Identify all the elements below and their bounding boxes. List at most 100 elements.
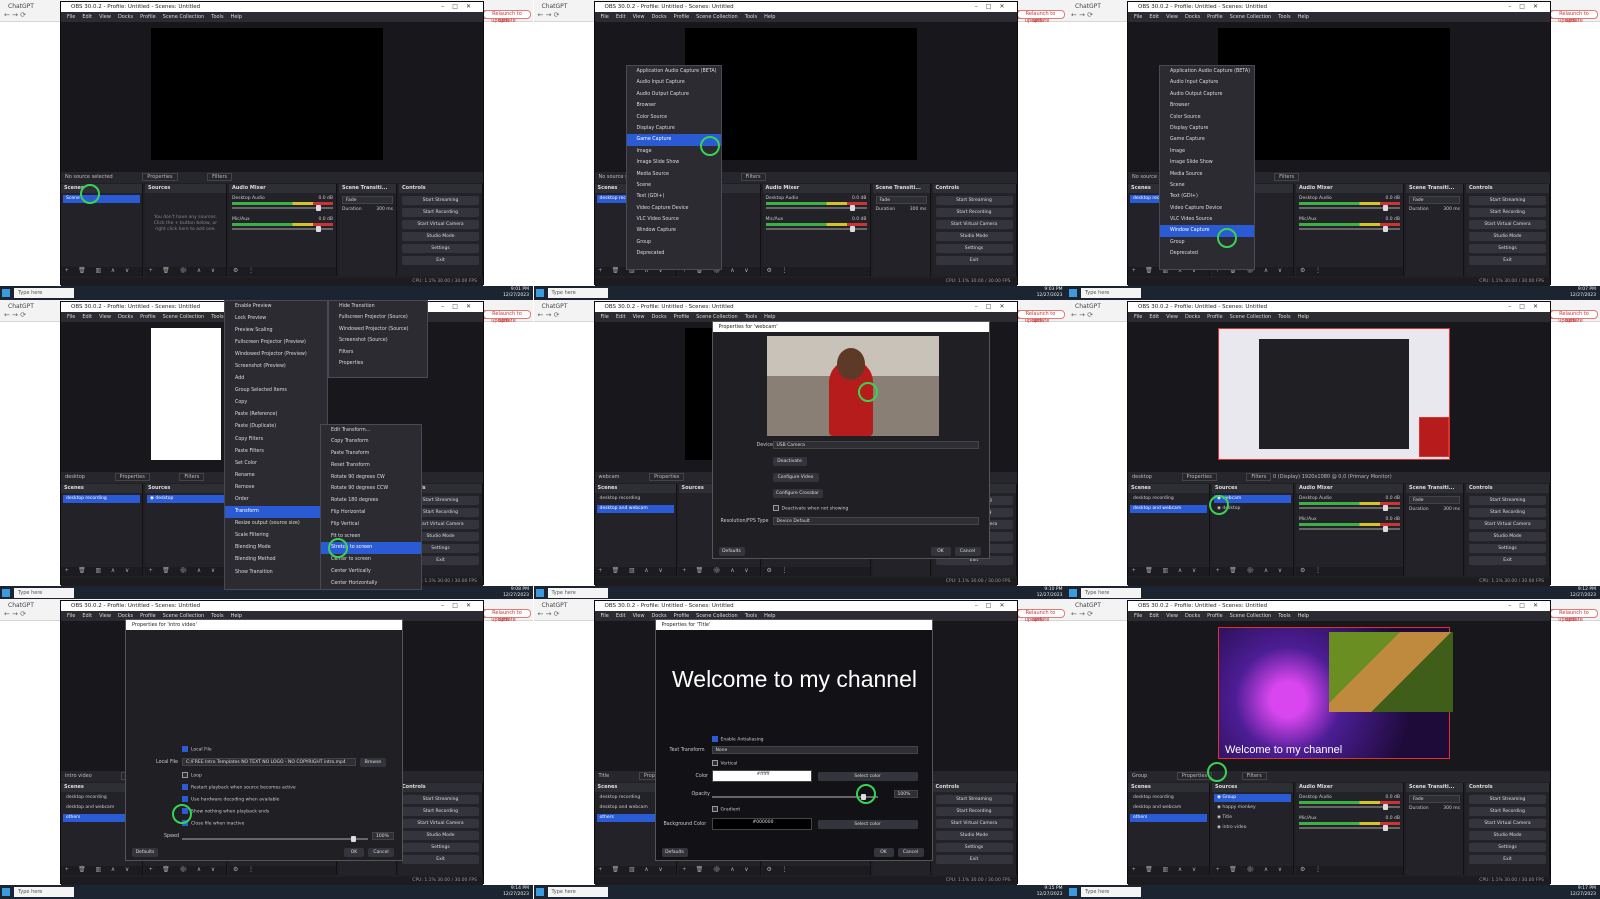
add-source-item[interactable]: Display Capture <box>1160 123 1254 134</box>
taskbar-search[interactable]: Type here <box>14 587 74 598</box>
start-virtual-camera-button[interactable]: Start Virtual Camera <box>1469 819 1546 828</box>
scene-item[interactable]: others <box>1130 814 1207 822</box>
menu-tools[interactable]: Tools <box>211 14 223 20</box>
menu-edit[interactable]: Edit <box>82 613 92 619</box>
start-recording-button[interactable]: Start Recording <box>1469 208 1546 217</box>
filters-button[interactable]: Filters <box>179 472 205 481</box>
opacity-slider[interactable] <box>711 794 878 800</box>
start-streaming-button[interactable]: Start Streaming <box>1469 495 1546 505</box>
menu-file[interactable]: File <box>601 14 609 20</box>
context-item[interactable]: Copy <box>225 397 327 409</box>
file-path-field[interactable]: C:/FREE Intro Templates NO TEXT NO LOGO … <box>182 758 356 766</box>
sources-toolbar-icon[interactable]: + 🗑 ⚙ ∧ ∨ <box>145 866 226 875</box>
menu-edit[interactable]: Edit <box>616 314 626 320</box>
menu-docks[interactable]: Docks <box>118 314 133 320</box>
add-source-item[interactable]: Display Capture <box>627 123 721 134</box>
browser-tab[interactable]: ChatGPT <box>8 3 34 10</box>
window-controls-icon[interactable]: –□✕ <box>1508 601 1546 611</box>
volume-slider[interactable] <box>765 226 867 232</box>
add-source-item[interactable]: VLC Video Source <box>627 214 721 225</box>
browser-tab[interactable]: ChatGPT <box>1075 303 1101 310</box>
add-source-item[interactable]: Scene <box>1160 180 1254 191</box>
nav-buttons-icon[interactable]: ← → ⟳ <box>4 11 26 19</box>
menu-file[interactable]: File <box>67 314 75 320</box>
context-sub-item[interactable]: Properties <box>329 358 427 370</box>
source-item[interactable]: ◉ intro video <box>1214 824 1291 832</box>
nav-buttons-icon[interactable]: ← → ⟳ <box>1071 610 1093 618</box>
context-item[interactable]: Paste (Reference) <box>225 409 327 421</box>
start-recording-button[interactable]: Start Recording <box>402 807 479 816</box>
start-virtual-camera-button[interactable]: Start Virtual Camera <box>935 220 1013 229</box>
menu-file[interactable]: File <box>1134 14 1142 20</box>
add-source-item[interactable]: Audio Input Capture <box>1160 77 1254 88</box>
preview-area[interactable] <box>1128 321 1550 472</box>
scene-item[interactable]: Scene <box>63 195 140 203</box>
menu-edit[interactable]: Edit <box>616 14 626 20</box>
studio-mode-button[interactable]: Studio Mode <box>402 831 479 840</box>
window-controls-icon[interactable]: –□✕ <box>441 601 479 611</box>
add-source-item[interactable]: Browser <box>1160 100 1254 111</box>
windows-start-icon[interactable] <box>2 888 10 896</box>
vertical-checkbox[interactable]: Vertical <box>712 760 738 767</box>
context-item[interactable]: Set Color <box>225 458 327 470</box>
duration-value[interactable]: 300 ms <box>1443 207 1460 212</box>
transition-select[interactable]: Fade <box>1409 795 1460 803</box>
update-button-right[interactable]: Relaunch to update <box>1550 309 1598 324</box>
preview-canvas[interactable] <box>1218 327 1450 460</box>
settings-button[interactable]: Settings <box>935 843 1013 852</box>
scene-item[interactable]: desktop recording <box>597 495 674 503</box>
start-streaming-button[interactable]: Start Streaming <box>402 795 479 804</box>
mixer-toolbar-icon[interactable]: ⚙ ⋮ <box>1296 566 1403 576</box>
transform-item[interactable]: Edit Transform... <box>321 425 421 437</box>
browser-tab[interactable]: ChatGPT <box>1075 3 1101 10</box>
filters-button[interactable]: Filters <box>1241 772 1267 780</box>
settings-button[interactable]: Settings <box>1469 244 1546 253</box>
scenes-toolbar-icon[interactable]: + 🗑 ▥ ∧ ∨ <box>61 866 142 875</box>
transform-item[interactable]: Rotate 90 degrees CW <box>321 472 421 484</box>
browser-tab[interactable]: ChatGPT <box>542 3 568 10</box>
menu-edit[interactable]: Edit <box>616 613 626 619</box>
update-button-right[interactable]: Relaunch to update <box>1016 609 1065 623</box>
properties-button[interactable]: Properties <box>1181 472 1217 481</box>
context-item[interactable]: Windowed Projector (Preview) <box>225 349 327 361</box>
browser-tab[interactable]: ChatGPT <box>8 602 34 609</box>
taskbar-search[interactable]: Type here <box>1081 887 1141 897</box>
menu-profile[interactable]: Profile <box>674 314 690 320</box>
defaults-button[interactable]: Defaults <box>132 848 158 857</box>
exit-button[interactable]: Exit <box>402 256 479 265</box>
duration-value[interactable]: 300 ms <box>1443 507 1460 512</box>
scenes-toolbar-icon[interactable]: + 🗑 ▥ ∧ ∨ <box>61 566 142 576</box>
transform-item[interactable]: Center Horizontally <box>321 578 421 590</box>
volume-slider[interactable] <box>1299 205 1400 211</box>
menu-profile[interactable]: Profile <box>1207 613 1223 619</box>
menu-help[interactable]: Help <box>231 14 242 20</box>
taskbar-search[interactable]: Type here <box>547 587 608 598</box>
context-sub-item[interactable]: Fullscreen Projector (Source) <box>329 312 427 324</box>
add-source-item[interactable]: Text (GDI+) <box>627 191 721 202</box>
window-controls-icon[interactable]: –□✕ <box>1508 2 1546 12</box>
transform-item[interactable]: Rotate 180 degrees <box>321 495 421 507</box>
add-source-item[interactable]: Color Source <box>1160 112 1254 123</box>
start-virtual-camera-button[interactable]: Start Virtual Camera <box>1469 220 1546 229</box>
menu-docks[interactable]: Docks <box>118 14 133 20</box>
context-item[interactable]: Screenshot (Preview) <box>225 361 327 373</box>
add-source-item[interactable]: Game Capture <box>1160 134 1254 145</box>
context-item[interactable]: Lock Preview <box>225 313 327 325</box>
menu-scene-collection[interactable]: Scene Collection <box>696 14 738 20</box>
menu-help[interactable]: Help <box>764 314 775 320</box>
configure-crossbar-button[interactable]: Configure Crossbar <box>772 488 823 498</box>
menu-edit[interactable]: Edit <box>82 14 92 20</box>
ok-button[interactable]: OK <box>344 848 364 857</box>
transform-item[interactable]: Copy Transform <box>321 436 421 448</box>
taskbar-search[interactable]: Type here <box>14 887 74 897</box>
close-inactive-checkbox[interactable]: Close file when inactive <box>182 820 244 827</box>
menu-docks[interactable]: Docks <box>1185 613 1200 619</box>
exit-button[interactable]: Exit <box>935 256 1013 265</box>
context-item[interactable]: Transform <box>225 506 327 519</box>
filters-button[interactable]: Filters <box>1274 173 1300 181</box>
properties-button[interactable]: Properties <box>114 472 150 481</box>
defaults-button[interactable]: Defaults <box>661 848 688 857</box>
start-virtual-camera-button[interactable]: Start Virtual Camera <box>402 220 479 229</box>
volume-slider[interactable] <box>1299 504 1400 511</box>
defaults-button[interactable]: Defaults <box>718 546 745 556</box>
